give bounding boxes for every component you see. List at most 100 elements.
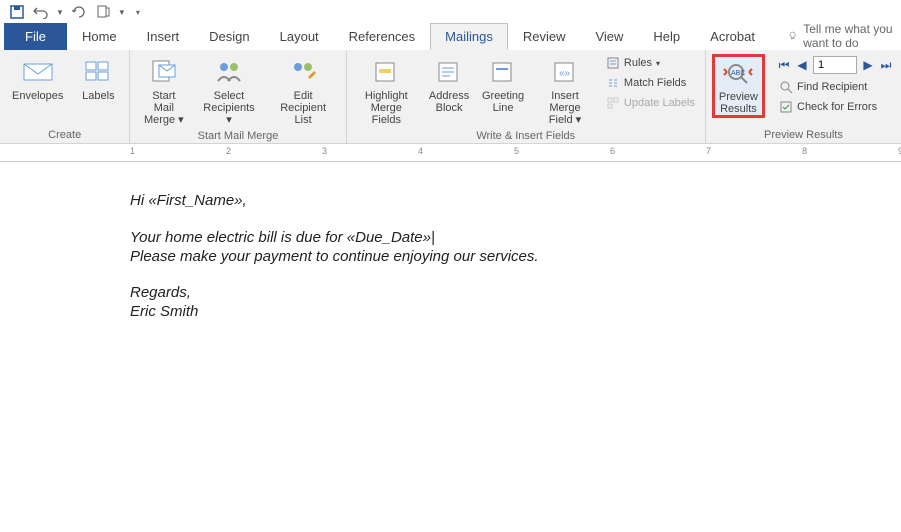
ribbon: Envelopes Labels Create Start Mail Merge… <box>0 50 901 144</box>
labels-button[interactable]: Labels <box>73 54 123 104</box>
address-block-icon <box>433 56 465 88</box>
find-icon <box>779 80 793 94</box>
tab-references[interactable]: References <box>334 23 430 50</box>
tab-insert[interactable]: Insert <box>132 23 195 50</box>
preview-results-label: Preview Results <box>719 91 758 115</box>
ruler-tick: 6 <box>610 146 615 156</box>
labels-icon <box>82 56 114 88</box>
rules-button[interactable]: Rules ▾ <box>602 54 699 72</box>
highlight-merge-fields-button[interactable]: Highlight Merge Fields <box>353 54 420 128</box>
group-create: Envelopes Labels Create <box>0 50 130 143</box>
envelope-icon <box>22 56 54 88</box>
touch-dropdown-icon[interactable]: ▼ <box>118 8 126 17</box>
check-errors-button[interactable]: Check for Errors <box>775 98 895 116</box>
update-labels-button: Update Labels <box>602 94 699 112</box>
insert-merge-field-button[interactable]: «» Insert Merge Field ▾ <box>532 54 598 128</box>
touch-mode-icon[interactable] <box>94 3 112 21</box>
edit-recipients-icon <box>287 56 319 88</box>
tab-home[interactable]: Home <box>67 23 132 50</box>
select-recipients-icon <box>213 56 245 88</box>
tab-review[interactable]: Review <box>508 23 581 50</box>
qat-customize-icon[interactable]: ▾ <box>136 8 140 17</box>
record-navigation: ⏮ ◀ ▶ ⏭ <box>775 54 895 76</box>
check-errors-icon <box>779 100 793 114</box>
tell-me-search[interactable]: Tell me what you want to do <box>788 22 901 50</box>
tab-file[interactable]: File <box>4 23 67 50</box>
insert-field-label: Insert Merge Field ▾ <box>538 90 592 126</box>
redo-icon[interactable] <box>70 3 88 21</box>
tab-view[interactable]: View <box>580 23 638 50</box>
rules-icon <box>606 56 620 70</box>
quick-access-toolbar: ▼ ▼ ▾ <box>0 0 901 24</box>
ruler-tick: 8 <box>802 146 807 156</box>
group-preview-results: ABC Preview Results ⏮ ◀ ▶ ⏭ Find Recipie… <box>706 50 901 143</box>
ruler-tick: 7 <box>706 146 711 156</box>
greeting-line-icon <box>487 56 519 88</box>
edit-recipient-list-button[interactable]: Edit Recipient List <box>267 54 340 128</box>
record-number-input[interactable] <box>813 56 857 74</box>
tab-mailings[interactable]: Mailings <box>430 23 508 50</box>
group-preview-label: Preview Results <box>712 127 895 141</box>
preview-results-icon: ABC <box>722 57 754 89</box>
document-body[interactable]: Hi «First_Name», Your home electric bill… <box>0 162 901 322</box>
horizontal-ruler[interactable]: 1 2 3 4 5 6 7 8 9 <box>0 144 901 162</box>
highlight-label: Highlight Merge Fields <box>359 90 414 126</box>
doc-line-regards: Regards, <box>130 284 901 303</box>
svg-text:«»: «» <box>559 68 571 79</box>
start-merge-label: Start Mail Merge ▾ <box>142 90 185 126</box>
doc-line-greeting: Hi «First_Name», <box>130 192 901 211</box>
tab-layout[interactable]: Layout <box>265 23 334 50</box>
svg-text:ABC: ABC <box>731 70 745 77</box>
address-block-button[interactable]: Address Block <box>424 54 474 116</box>
group-create-label: Create <box>6 127 123 141</box>
ruler-tick: 3 <box>322 146 327 156</box>
match-fields-button[interactable]: Match Fields <box>602 74 699 92</box>
edit-recipients-label: Edit Recipient List <box>273 90 334 126</box>
ruler-tick: 5 <box>514 146 519 156</box>
highlight-icon <box>370 56 402 88</box>
greeting-line-button[interactable]: Greeting Line <box>478 54 528 116</box>
match-fields-icon <box>606 76 620 90</box>
address-block-label: Address Block <box>429 90 469 114</box>
select-recipients-button[interactable]: Select Recipients ▾ <box>195 54 262 128</box>
update-labels-label: Update Labels <box>624 97 695 109</box>
group-start-mail-merge: Start Mail Merge ▾ Select Recipients ▾ E… <box>130 50 346 143</box>
ribbon-tabstrip: File Home Insert Design Layout Reference… <box>0 24 901 50</box>
group-write-insert: Highlight Merge Fields Address Block Gre… <box>347 50 706 143</box>
start-merge-icon <box>148 56 180 88</box>
ruler-tick: 2 <box>226 146 231 156</box>
labels-label: Labels <box>82 90 114 102</box>
tab-acrobat[interactable]: Acrobat <box>695 23 770 50</box>
ruler-tick: 4 <box>418 146 423 156</box>
doc-line-signature: Eric Smith <box>130 303 901 322</box>
rules-label: Rules <box>624 57 652 69</box>
prev-record-button[interactable]: ◀ <box>795 58 809 72</box>
group-startmm-label: Start Mail Merge <box>136 128 339 142</box>
match-fields-label: Match Fields <box>624 77 686 89</box>
doc-line-bill: Your home electric bill is due for «Due_… <box>130 229 901 248</box>
select-recipients-label: Select Recipients ▾ <box>201 90 256 126</box>
undo-dropdown-icon[interactable]: ▼ <box>56 8 64 17</box>
envelopes-label: Envelopes <box>12 90 63 102</box>
find-recipient-button[interactable]: Find Recipient <box>775 78 895 96</box>
envelopes-button[interactable]: Envelopes <box>6 54 69 104</box>
find-recipient-label: Find Recipient <box>797 81 867 93</box>
lightbulb-icon <box>788 29 797 43</box>
check-errors-label: Check for Errors <box>797 101 877 113</box>
preview-results-button[interactable]: ABC Preview Results <box>712 54 765 118</box>
tab-design[interactable]: Design <box>194 23 264 50</box>
first-record-button[interactable]: ⏮ <box>777 58 791 72</box>
tab-help[interactable]: Help <box>638 23 695 50</box>
last-record-button[interactable]: ⏭ <box>879 58 893 72</box>
start-mail-merge-button[interactable]: Start Mail Merge ▾ <box>136 54 191 128</box>
group-write-label: Write & Insert Fields <box>353 128 699 142</box>
insert-field-icon: «» <box>549 56 581 88</box>
save-icon[interactable] <box>8 3 26 21</box>
doc-line-payment: Please make your payment to continue enj… <box>130 248 901 267</box>
ruler-tick: 1 <box>130 146 135 156</box>
next-record-button[interactable]: ▶ <box>861 58 875 72</box>
tell-me-label: Tell me what you want to do <box>803 22 901 50</box>
update-labels-icon <box>606 96 620 110</box>
undo-icon[interactable] <box>32 3 50 21</box>
greeting-line-label: Greeting Line <box>482 90 524 114</box>
